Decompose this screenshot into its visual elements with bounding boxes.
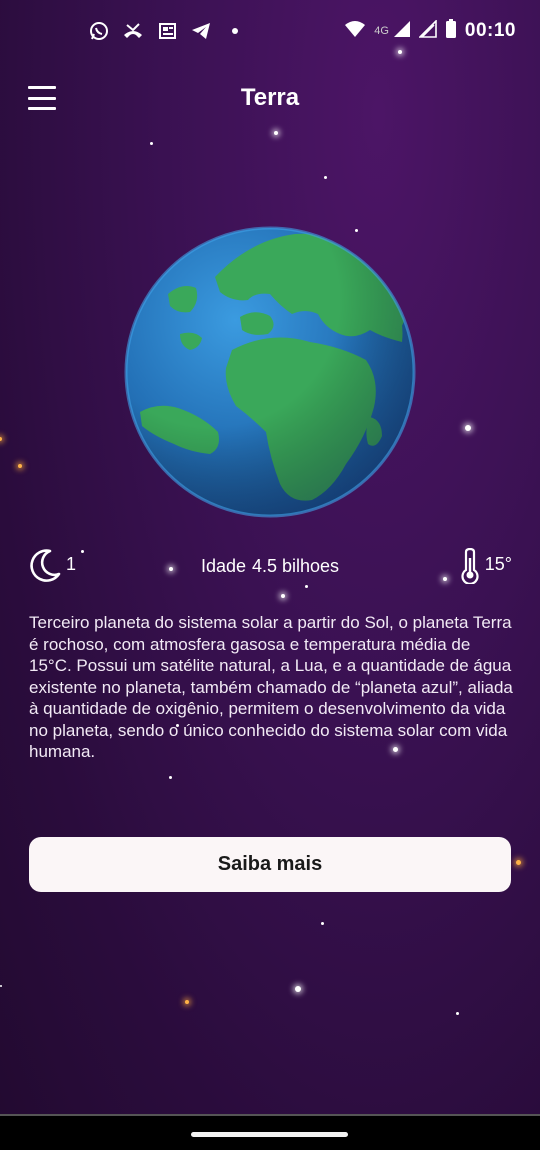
temperature-stat: 15° [459, 547, 512, 589]
telegram-icon [190, 20, 212, 42]
signal-icon [393, 20, 411, 43]
missed-call-icon [122, 20, 144, 42]
network-type: 4G [374, 25, 389, 37]
planet-description: Terceiro planeta do sistema solar a part… [29, 613, 513, 761]
app-bar: Terra [0, 70, 540, 128]
dot-icon [224, 20, 246, 42]
status-bar: 4G 00:10 [0, 0, 540, 62]
learn-more-button[interactable]: Saiba mais [29, 837, 511, 892]
news-icon [156, 20, 178, 42]
thermometer-icon [459, 547, 481, 589]
signal-2-icon [417, 18, 437, 43]
whatsapp-icon [88, 20, 110, 42]
battery-icon [445, 18, 457, 44]
home-gesture-handle[interactable] [191, 1132, 348, 1137]
page-title: Terra [240, 84, 300, 111]
clock: 00:10 [464, 20, 516, 41]
age-label: Idade [200, 556, 246, 576]
planet-stats: 1 Idade 4.5 bilhoes 15° [0, 544, 540, 588]
temperature-value: 15° [484, 554, 512, 574]
age-value: 4.5 bilhoes [251, 556, 340, 576]
navigation-bar [0, 1114, 540, 1150]
earth-illustration [120, 222, 420, 522]
wifi-icon [344, 20, 366, 43]
